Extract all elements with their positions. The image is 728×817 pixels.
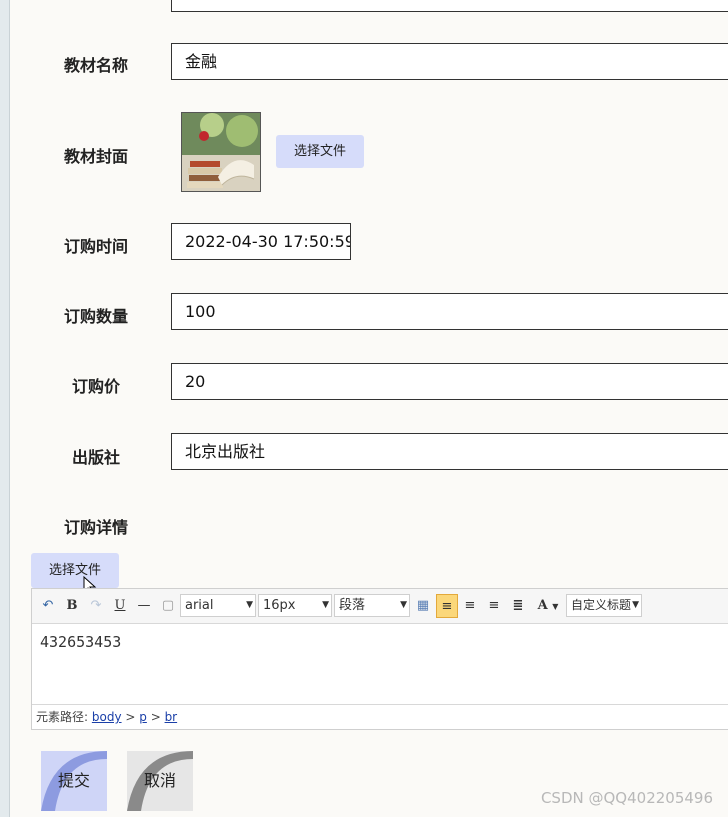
font-family-select[interactable]: arial ▼ [180, 594, 256, 617]
cover-label: 教材封面 [63, 147, 128, 166]
align-justify-icon[interactable]: ≣ [510, 596, 526, 616]
editor-toolbar: ↶ B ↷ U — ▢ arial ▼ 16px ▼ 段落 ▼ ▦ ≡ ≡ ≡ … [32, 589, 728, 624]
submit-button[interactable]: 提交 [41, 751, 107, 811]
font-size-select[interactable]: 16px ▼ [258, 594, 332, 617]
element-path-bar: 元素路径: body > p > br [32, 704, 728, 729]
path-link-body[interactable]: body [92, 710, 122, 724]
paragraph-value: 段落 [339, 598, 366, 613]
undo-icon[interactable]: ↶ [40, 596, 56, 616]
bold-icon[interactable]: B [64, 596, 80, 616]
textbook-name-label: 教材名称 [63, 56, 128, 75]
cancel-label: 取消 [143, 771, 176, 790]
font-family-value: arial [185, 598, 214, 613]
table-icon[interactable]: ▦ [415, 596, 431, 616]
details-choose-file-button[interactable]: 选择文件 [31, 553, 119, 588]
redo-icon[interactable]: ↷ [88, 596, 104, 616]
watermark: CSDN @QQ402205496 [540, 789, 713, 807]
publisher-input[interactable]: 北京出版社 [171, 433, 728, 470]
order-price-input[interactable]: 20 [171, 363, 728, 400]
order-time-label: 订购时间 [63, 237, 128, 256]
chevron-down-icon: ▼ [400, 600, 407, 610]
order-time-input[interactable]: 2022-04-30 17:50:59 [171, 223, 351, 260]
align-center-icon[interactable]: ≡ [486, 596, 502, 616]
left-border [0, 0, 10, 817]
paragraph-select[interactable]: 段落 ▼ [334, 594, 410, 617]
path-link-p[interactable]: p [139, 710, 147, 724]
order-quantity-input[interactable]: 100 [171, 293, 728, 330]
element-path-label: 元素路径: [36, 710, 89, 724]
order-details-label: 订购详情 [63, 518, 128, 537]
chevron-down-icon: ▼ [632, 595, 639, 616]
editor-content[interactable]: 432653453 [40, 633, 121, 651]
font-size-value: 16px [263, 598, 296, 613]
page-icon[interactable]: ▢ [160, 596, 176, 616]
underline-icon[interactable]: U [112, 596, 128, 616]
rich-text-editor[interactable]: ↶ B ↷ U — ▢ arial ▼ 16px ▼ 段落 ▼ ▦ ≡ ≡ ≡ … [31, 588, 728, 730]
path-link-br[interactable]: br [165, 710, 178, 724]
align-left-icon[interactable]: ≡ [436, 594, 458, 618]
custom-title-select[interactable]: 自定义标题 ▼ [566, 594, 642, 617]
previous-field-input[interactable] [171, 0, 728, 12]
order-price-label: 订购价 [71, 377, 120, 396]
cover-choose-file-button[interactable]: 选择文件 [276, 135, 364, 168]
custom-title-value: 自定义标题 [571, 598, 632, 612]
publisher-label: 出版社 [71, 448, 120, 467]
chevron-down-icon: ▼ [246, 600, 253, 610]
order-quantity-label: 订购数量 [63, 307, 128, 326]
textbook-name-input[interactable]: 金融 [171, 43, 728, 80]
font-color-icon[interactable]: A ▼ [535, 596, 561, 616]
cover-image [181, 112, 261, 192]
align-right-icon[interactable]: ≡ [462, 596, 478, 616]
submit-label: 提交 [57, 771, 90, 790]
horizontal-rule-icon[interactable]: — [136, 596, 152, 616]
cancel-button[interactable]: 取消 [127, 751, 193, 811]
chevron-down-icon: ▼ [322, 600, 329, 610]
